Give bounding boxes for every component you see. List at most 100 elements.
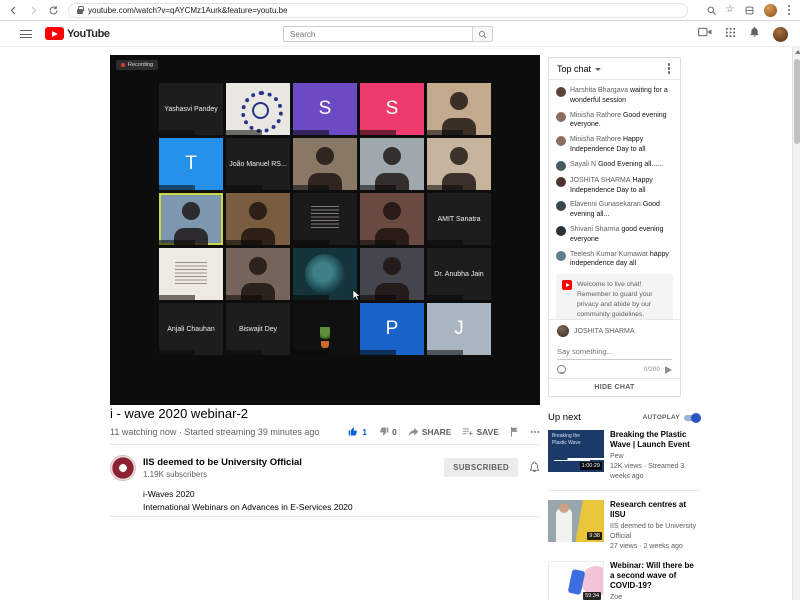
- back-icon[interactable]: [8, 5, 19, 16]
- hamburger-menu-icon[interactable]: [20, 30, 32, 38]
- chat-mode-label[interactable]: Top chat: [557, 64, 591, 74]
- address-bar[interactable]: youtube.com/watch?v=qAYCMz1Aurk&feature=…: [68, 3, 688, 18]
- suggested-video[interactable]: Breaking the Plastic Wave 1:00:29 Breaki…: [548, 430, 700, 491]
- extension-icon[interactable]: [744, 5, 755, 16]
- participant-tile: [159, 193, 223, 245]
- browser-menu-icon[interactable]: [788, 9, 791, 12]
- channel-avatar[interactable]: [110, 455, 136, 481]
- video-player[interactable]: Recording Yashasvi Pandey S S: [110, 55, 540, 405]
- youtube-logo[interactable]: YouTube: [45, 27, 110, 40]
- notifications-bell-icon[interactable]: [749, 25, 760, 43]
- participant-grid: Yashasvi Pandey S S: [159, 83, 491, 355]
- chat-author-avatar[interactable]: [556, 177, 566, 187]
- chat-author-avatar[interactable]: [556, 226, 566, 236]
- video-info: Research centres at IISU IIS deemed to b…: [610, 500, 700, 551]
- participant-tile: [293, 303, 357, 355]
- dislike-button[interactable]: 0: [378, 426, 397, 437]
- chat-author-avatar[interactable]: [556, 112, 566, 122]
- participant-name-tag: [159, 185, 195, 190]
- chat-author-name[interactable]: Teelesh Kumar Kumawat: [570, 251, 648, 258]
- up-next-list: Breaking the Plastic Wave 1:00:29 Breaki…: [548, 430, 700, 600]
- participant-name-tag: [427, 130, 463, 135]
- more-actions-icon[interactable]: [530, 430, 540, 434]
- participant-tile: [226, 248, 290, 300]
- suggested-video-title[interactable]: Webinar: Will there be a second wave of …: [610, 561, 700, 591]
- chat-author-name[interactable]: Shivani Sharma: [570, 226, 619, 233]
- forward-icon[interactable]: [28, 5, 39, 16]
- chat-author-avatar[interactable]: [556, 136, 566, 146]
- chat-input-section: JOSHITA SHARMA 0/200: [549, 319, 680, 378]
- apps-grid-icon[interactable]: [725, 25, 736, 43]
- participant-tile: João Manuel RS...: [226, 138, 290, 190]
- channel-name[interactable]: IIS deemed to be University Official: [143, 457, 302, 468]
- chat-author-name[interactable]: Harshita Bhargava: [570, 87, 628, 94]
- chevron-down-icon[interactable]: [595, 68, 601, 71]
- chat-author-avatar[interactable]: [556, 161, 566, 171]
- report-flag-icon[interactable]: [510, 426, 519, 437]
- search-button[interactable]: [472, 26, 493, 42]
- page-scrollbar[interactable]: [792, 47, 800, 600]
- description-line: International Webinars on Advances in E-…: [143, 501, 503, 514]
- suggested-video-channel[interactable]: Pew: [610, 452, 700, 462]
- up-next-section: Up next AUTOPLAY Breaking the Plastic Wa…: [548, 412, 700, 600]
- participant-label: Anjali Chauhan: [164, 326, 217, 333]
- chat-message-list[interactable]: Harshita Bhargavawaiting for a wonderful…: [549, 80, 680, 319]
- browser-chrome: youtube.com/watch?v=qAYCMz1Aurk&feature=…: [0, 0, 800, 21]
- browser-profile-avatar[interactable]: [764, 4, 777, 17]
- suggested-video[interactable]: 9:38 Research centres at IISU IIS deemed…: [548, 500, 700, 551]
- chat-author-avatar[interactable]: [556, 87, 566, 97]
- chat-message-input[interactable]: [557, 346, 672, 360]
- scrollbar-up-arrow-icon[interactable]: [795, 50, 800, 54]
- divider: [110, 516, 540, 517]
- recording-dot-icon: [121, 63, 125, 67]
- participant-name-tag: [226, 350, 262, 355]
- video-thumbnail[interactable]: 59:34: [548, 561, 604, 600]
- chat-menu-icon[interactable]: [668, 67, 671, 70]
- hide-chat-button[interactable]: HIDE CHAT: [549, 378, 680, 396]
- chat-messages-top: Harshita Bhargavawaiting for a wonderful…: [556, 86, 673, 269]
- suggested-video-channel[interactable]: IIS deemed to be University Official: [610, 522, 700, 542]
- video-thumbnail[interactable]: Breaking the Plastic Wave 1:00:29: [548, 430, 604, 472]
- zoom-icon[interactable]: [706, 5, 717, 16]
- subscribed-button[interactable]: SUBSCRIBED: [444, 458, 518, 477]
- dislike-count: 0: [392, 427, 397, 437]
- reload-icon[interactable]: [48, 5, 59, 16]
- suggested-video-channel[interactable]: Zoe: [610, 593, 700, 600]
- chat-author-name[interactable]: Minisha Rathore: [570, 112, 621, 119]
- create-video-icon[interactable]: [698, 25, 712, 43]
- suggested-video[interactable]: 59:34 Webinar: Will there be a second wa…: [548, 561, 700, 600]
- url-text[interactable]: youtube.com/watch?v=qAYCMz1Aurk&feature=…: [88, 6, 288, 15]
- chat-author-name[interactable]: Minisha Rathore: [570, 136, 621, 143]
- video-title: i - wave 2020 webinar-2: [110, 406, 540, 421]
- share-button[interactable]: SHARE: [408, 427, 452, 437]
- send-icon[interactable]: [665, 366, 672, 374]
- chat-author-name[interactable]: Sayali N: [570, 161, 596, 168]
- suggested-video-title[interactable]: Research centres at IISU: [610, 500, 700, 520]
- participant-tile: S: [293, 83, 357, 135]
- search-input[interactable]: [283, 26, 472, 42]
- participant-tile: AMIT Sanatra: [427, 193, 491, 245]
- autoplay-toggle[interactable]: [684, 415, 700, 421]
- suggested-video-title[interactable]: Breaking the Plastic Wave | Launch Event: [610, 430, 700, 450]
- chat-author-avatar[interactable]: [556, 251, 566, 261]
- participant-tile: T: [159, 138, 223, 190]
- participant-name-tag: [360, 295, 396, 300]
- scrollbar-thumb[interactable]: [794, 59, 800, 144]
- account-avatar[interactable]: [773, 27, 788, 42]
- chat-author-avatar[interactable]: [556, 201, 566, 211]
- like-button[interactable]: 1: [348, 426, 367, 437]
- chat-header: Top chat: [549, 58, 680, 80]
- chat-author-name[interactable]: JOSHITA SHARMA: [570, 177, 631, 184]
- browser-toolbar-icons: ☆: [706, 4, 792, 17]
- suggested-video-meta: 12K views · Streamed 3 weeks ago: [610, 462, 700, 482]
- chat-message: Harshita Bhargavawaiting for a wonderful…: [556, 86, 673, 106]
- participant-name-tag: [427, 185, 463, 190]
- youtube-header: YouTube: [0, 21, 800, 47]
- subscription-bell-icon[interactable]: [529, 460, 540, 478]
- bookmark-star-icon[interactable]: ☆: [726, 5, 735, 15]
- chat-message: Shivani Sharmagood evening everyone: [556, 225, 673, 245]
- video-thumbnail[interactable]: 9:38: [548, 500, 604, 542]
- save-button[interactable]: SAVE: [462, 427, 499, 437]
- emoji-icon[interactable]: [557, 365, 566, 374]
- chat-author-name[interactable]: Elavenni Gunasekaran: [570, 201, 641, 208]
